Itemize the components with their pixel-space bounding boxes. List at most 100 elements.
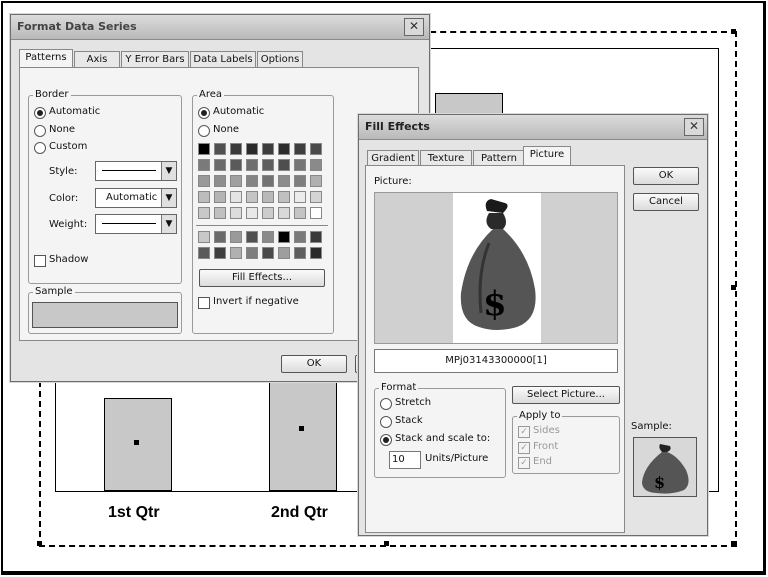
apply-sides-checkbox[interactable]: ✓ xyxy=(518,426,530,438)
color-swatch[interactable] xyxy=(278,159,290,171)
color-swatch[interactable] xyxy=(294,231,306,243)
chart-bar-2nd-qtr[interactable] xyxy=(269,374,337,491)
close-icon[interactable]: ✕ xyxy=(404,18,424,36)
shadow-checkbox[interactable] xyxy=(34,255,46,267)
color-swatch[interactable] xyxy=(310,191,322,203)
color-swatch[interactable] xyxy=(230,159,242,171)
color-swatch[interactable] xyxy=(246,175,258,187)
color-swatch[interactable] xyxy=(214,207,226,219)
color-swatch[interactable] xyxy=(246,159,258,171)
stack-and-scale-radio[interactable] xyxy=(380,434,392,446)
color-swatch[interactable] xyxy=(278,231,290,243)
chart-handle-rm[interactable] xyxy=(731,285,736,290)
color-swatch[interactable] xyxy=(198,143,210,155)
color-swatch[interactable] xyxy=(214,247,226,259)
color-swatch[interactable] xyxy=(294,207,306,219)
border-automatic-radio[interactable] xyxy=(34,107,46,119)
invert-if-negative-checkbox[interactable] xyxy=(198,297,210,309)
color-swatch[interactable] xyxy=(278,175,290,187)
tab-axis[interactable]: Axis xyxy=(74,51,120,68)
color-swatch[interactable] xyxy=(246,207,258,219)
color-swatch[interactable] xyxy=(262,175,274,187)
border-custom-radio[interactable] xyxy=(34,142,46,154)
color-swatch[interactable] xyxy=(230,207,242,219)
color-swatch[interactable] xyxy=(246,191,258,203)
color-swatch[interactable] xyxy=(230,247,242,259)
format-ok-button[interactable]: OK xyxy=(281,355,347,373)
tab-options[interactable]: Options xyxy=(257,51,303,68)
apply-end-checkbox[interactable]: ✓ xyxy=(518,457,530,469)
color-swatch[interactable] xyxy=(294,143,306,155)
color-swatch[interactable] xyxy=(214,143,226,155)
color-swatch[interactable] xyxy=(310,207,322,219)
color-swatch[interactable] xyxy=(214,191,226,203)
color-swatch[interactable] xyxy=(246,143,258,155)
fill-dialog-titlebar[interactable]: Fill Effects ✕ xyxy=(359,115,707,140)
chart-handle-bm[interactable] xyxy=(384,541,389,546)
color-swatch[interactable] xyxy=(310,247,322,259)
color-swatch[interactable] xyxy=(198,231,210,243)
color-swatch[interactable] xyxy=(262,207,274,219)
tab-data-labels[interactable]: Data Labels xyxy=(190,51,256,68)
style-select[interactable]: ▼ xyxy=(95,161,177,181)
chart-handle-br[interactable] xyxy=(731,541,736,546)
area-none-radio[interactable] xyxy=(198,125,210,137)
chevron-down-icon[interactable]: ▼ xyxy=(161,215,176,233)
chart-handle-tr[interactable] xyxy=(731,29,736,34)
color-swatch[interactable] xyxy=(310,231,322,243)
color-swatch[interactable] xyxy=(198,191,210,203)
color-swatch[interactable] xyxy=(230,143,242,155)
color-swatch[interactable] xyxy=(262,143,274,155)
color-select[interactable]: Automatic ▼ xyxy=(95,188,177,208)
color-swatch[interactable] xyxy=(230,191,242,203)
close-icon[interactable]: ✕ xyxy=(684,118,704,136)
color-swatch[interactable] xyxy=(310,175,322,187)
color-swatch[interactable] xyxy=(230,175,242,187)
weight-select[interactable]: ▼ xyxy=(95,214,177,234)
tab-patterns[interactable]: Patterns xyxy=(19,49,73,68)
color-swatch[interactable] xyxy=(246,231,258,243)
tab-y-error-bars[interactable]: Y Error Bars xyxy=(121,51,189,68)
chevron-down-icon[interactable]: ▼ xyxy=(161,189,176,207)
color-swatch[interactable] xyxy=(278,247,290,259)
fill-effects-button[interactable]: Fill Effects... xyxy=(199,269,325,287)
color-swatch[interactable] xyxy=(198,207,210,219)
color-swatch[interactable] xyxy=(246,247,258,259)
color-swatch[interactable] xyxy=(214,159,226,171)
chevron-down-icon[interactable]: ▼ xyxy=(161,162,176,180)
color-swatch[interactable] xyxy=(262,191,274,203)
color-swatch[interactable] xyxy=(214,175,226,187)
color-swatch[interactable] xyxy=(294,159,306,171)
units-per-picture-input[interactable]: 10 xyxy=(389,451,421,469)
select-picture-button[interactable]: Select Picture... xyxy=(512,386,620,404)
area-automatic-radio[interactable] xyxy=(198,107,210,119)
color-palette[interactable] xyxy=(198,143,328,221)
border-none-radio[interactable] xyxy=(34,125,46,137)
stack-radio[interactable] xyxy=(380,416,392,428)
color-swatch[interactable] xyxy=(230,231,242,243)
format-dialog-titlebar[interactable]: Format Data Series ✕ xyxy=(11,15,429,40)
color-swatch[interactable] xyxy=(294,175,306,187)
color-swatch[interactable] xyxy=(262,231,274,243)
color-swatch[interactable] xyxy=(278,191,290,203)
color-swatch[interactable] xyxy=(310,159,322,171)
tab-picture[interactable]: Picture xyxy=(523,146,571,165)
color-swatch[interactable] xyxy=(198,247,210,259)
picture-filename-field[interactable]: MPj03143300000[1] xyxy=(374,349,618,373)
fill-ok-button[interactable]: OK xyxy=(633,167,699,185)
color-swatch[interactable] xyxy=(278,207,290,219)
color-swatch[interactable] xyxy=(294,191,306,203)
color-swatch[interactable] xyxy=(198,159,210,171)
color-swatch[interactable] xyxy=(198,175,210,187)
color-swatch[interactable] xyxy=(310,143,322,155)
fill-cancel-button[interactable]: Cancel xyxy=(633,193,699,211)
color-swatch[interactable] xyxy=(278,143,290,155)
color-swatch[interactable] xyxy=(262,247,274,259)
apply-front-checkbox[interactable]: ✓ xyxy=(518,442,530,454)
color-swatch[interactable] xyxy=(294,247,306,259)
color-swatch[interactable] xyxy=(262,159,274,171)
chart-handle-bl[interactable] xyxy=(37,541,42,546)
stretch-radio[interactable] xyxy=(380,398,392,410)
color-swatch[interactable] xyxy=(214,231,226,243)
custom-color-palette[interactable] xyxy=(198,231,328,261)
